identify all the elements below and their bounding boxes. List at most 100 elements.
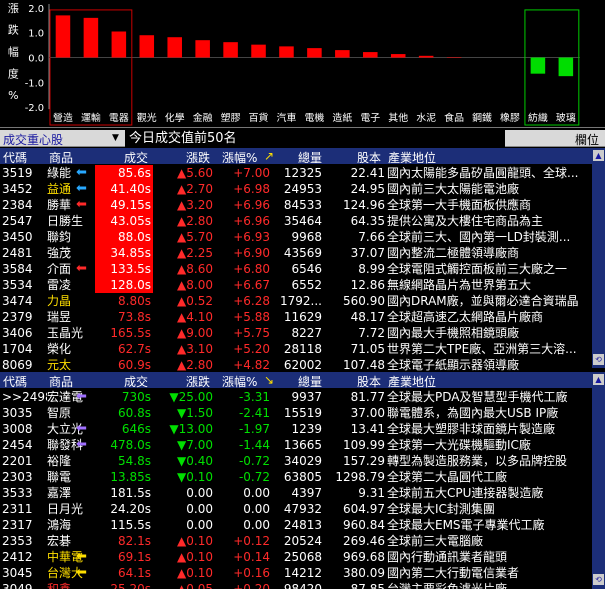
y-axis-label: 跌 xyxy=(8,23,19,37)
change-cell: ▼13.00 xyxy=(169,422,213,436)
table-row[interactable]: 2384 勝華 49.15s ▲3.20 +6.96 84533 124.96 全球第一大手機… xyxy=(0,197,592,213)
scroll-up-icon[interactable]: ▲ xyxy=(593,150,604,161)
bar xyxy=(530,57,546,74)
x-tick-label: 電子 xyxy=(360,112,380,124)
scroll-up-icon[interactable]: ▲ xyxy=(593,374,604,385)
sort-icon[interactable]: ↘ xyxy=(264,373,274,387)
price-cell: 49.15s xyxy=(95,197,153,213)
table-row[interactable]: 2547 日勝生 43.05s ▲2.80 +6.96 35464 64.35 提供公寓及大樓… xyxy=(0,213,592,229)
col-cap[interactable]: 股本 xyxy=(357,149,381,166)
table-row[interactable]: 3406 玉晶光 165.5s ▲9.00 +5.75 8227 7.72 國內最大手機照相鏡… xyxy=(0,325,592,341)
scroll-refresh-icon[interactable]: ⟲ xyxy=(593,574,604,585)
volume-cell: 4397 xyxy=(291,486,322,500)
table-row[interactable]: 3533 嘉澤 181.5s 0.00 0.00 4397 9.31 全球前五大CPU連接器製… xyxy=(0,485,592,501)
bar xyxy=(307,48,322,58)
description-cell: 全球第二大晶圓代工廠 xyxy=(387,470,508,484)
group-selector[interactable]: 成交重心股 xyxy=(3,131,63,148)
price-cell: 62.7s xyxy=(118,342,151,356)
volume-cell: 20524 xyxy=(283,534,322,548)
col-desc[interactable]: 產業地位 xyxy=(388,373,436,390)
code-cell: 2303 xyxy=(2,470,33,484)
table-row[interactable]: 2201 裕隆 54.8s ▼0.40 -0.72 34029 157.29 轉型為製造服務業… xyxy=(0,453,592,469)
table-row[interactable]: 3035 智原 60.8s ▼1.50 -2.41 15519 37.00 聯電體系，為國內最… xyxy=(0,405,592,421)
table-row[interactable]: 3450 聯鈞 88.0s ▲5.70 +6.93 9968 7.66 全球前三大、國內第一L… xyxy=(0,229,592,245)
col-pct[interactable]: 漲幅% xyxy=(222,373,257,390)
description-cell: 全球前三大、國內第一LD封裝測... xyxy=(387,230,571,244)
percent-cell: +6.67 xyxy=(233,278,270,292)
price-cell: 128.0s xyxy=(95,277,153,293)
percent-cell: 0.00 xyxy=(243,486,270,500)
table-row[interactable]: 8069 元太 60.9s ▲2.80 +4.82 62002 107.48 全球電子紙顯示器… xyxy=(0,357,592,373)
table-row[interactable]: 3008 大立光 646s ▼13.00 -1.97 1239 13.41 全球最大塑膠非球面… xyxy=(0,421,592,437)
scrollbar-1[interactable]: ▲ ⟲ xyxy=(592,148,605,368)
capital-cell: 37.00 xyxy=(350,406,385,420)
col-price[interactable]: 成交 xyxy=(124,149,148,166)
col-name[interactable]: 商品 xyxy=(49,149,73,166)
y-tick-label: 1.0 xyxy=(28,29,44,40)
table-row[interactable]: 3519 綠能 85.6s ▲5.60 +7.00 12325 22.41 國內太陽能多晶矽晶… xyxy=(0,165,592,181)
table-row[interactable]: 3584 介面 133.5s ▲8.60 +6.80 6546 8.99 全球電阻式觸控面板前… xyxy=(0,261,592,277)
capital-cell: 24.95 xyxy=(350,182,385,196)
table-row[interactable]: 2311 日月光 24.20s 0.00 0.00 47932 604.97 全球最大IC封測… xyxy=(0,501,592,517)
col-code[interactable]: 代碼 xyxy=(3,373,27,390)
volume-cell: 35464 xyxy=(283,214,322,228)
name-cell: 元太 xyxy=(47,358,72,372)
col-vol[interactable]: 總量 xyxy=(298,373,322,390)
bar xyxy=(111,31,127,58)
col-pct[interactable]: 漲幅% xyxy=(222,149,257,166)
name-cell: 聯電 xyxy=(47,470,72,484)
bar xyxy=(139,35,155,58)
table-row[interactable]: 2412 中華電 69.1s ▲0.10 +0.14 25068 969.68 國內行動通訊業… xyxy=(0,549,592,565)
table-row[interactable]: 2353 宏碁 82.1s ▲0.10 +0.12 20524 269.46 全球前三大電腦廠 xyxy=(0,533,592,549)
table-row[interactable]: 2454 聯發科 478.0s ▼7.00 -1.44 13665 109.99 全球第一大光… xyxy=(0,437,592,453)
table-row[interactable]: 2379 瑞昱 73.8s ▲4.10 +5.88 11629 48.17 全球超高速乙太網路… xyxy=(0,309,592,325)
col-code[interactable]: 代碼 xyxy=(3,149,27,166)
table-row[interactable]: 2303 聯電 13.85s ▼0.10 -0.72 63805 1298.79 全球第二大晶… xyxy=(0,469,592,485)
price-cell: 43.05s xyxy=(95,213,153,229)
x-tick-label: 玻璃 xyxy=(556,111,576,124)
price-cell: 730s xyxy=(121,390,151,404)
col-chg[interactable]: 漲跌 xyxy=(186,373,210,390)
sort-icon[interactable]: ↗ xyxy=(264,149,274,163)
price-cell: 133.5s xyxy=(95,261,153,277)
table-row[interactable]: 2317 鴻海 115.5s 0.00 0.00 24813 960.84 全球最大EMS電子… xyxy=(0,517,592,533)
percent-cell: +7.00 xyxy=(233,166,270,180)
percent-cell: +4.82 xyxy=(233,358,270,372)
description-cell: 全球最大塑膠非球面鏡片製造廠 xyxy=(387,422,556,436)
code-cell: 3534 xyxy=(2,278,33,292)
x-tick-label: 食品 xyxy=(444,111,464,124)
col-desc[interactable]: 產業地位 xyxy=(388,149,436,166)
scroll-refresh-icon[interactable]: ⟲ xyxy=(593,354,604,365)
y-axis-label: 度 xyxy=(8,66,19,80)
price-cell: 60.9s xyxy=(118,358,151,372)
code-cell: 2481 xyxy=(2,246,33,260)
col-cap[interactable]: 股本 xyxy=(357,373,381,390)
columns-button[interactable]: 欄位 xyxy=(575,131,599,148)
table-row[interactable]: 2481 強茂 34.85s ▲2.25 +6.90 43569 37.07 國內整流二極體領… xyxy=(0,245,592,261)
col-vol[interactable]: 總量 xyxy=(298,149,322,166)
table-row[interactable]: 1704 榮化 62.7s ▲3.10 +5.20 28118 71.05 世界第二大TPE廠… xyxy=(0,341,592,357)
table-row[interactable]: 3045 台灣大 64.1s ▲0.10 +0.16 14212 380.09 國內第二大行動… xyxy=(0,565,592,581)
capital-cell: 380.09 xyxy=(343,566,385,580)
price-cell: 165.5s xyxy=(110,326,151,340)
table-row[interactable]: 3474 力晶 8.80s ▲0.52 +6.28 1792... 560.90 國內DRAM… xyxy=(0,293,592,309)
change-cell: ▼0.40 xyxy=(177,454,213,468)
name-cell: 日勝生 xyxy=(47,214,84,228)
capital-cell: 269.46 xyxy=(343,534,385,548)
capital-cell: 124.96 xyxy=(343,198,385,212)
name-cell: 聯鈞 xyxy=(47,230,72,244)
chevron-down-icon[interactable]: ▼ xyxy=(112,133,119,143)
col-price[interactable]: 成交 xyxy=(124,373,148,390)
table-row[interactable]: 3452 益通 41.40s ▲2.70 +6.98 24953 24.95 國內前三大太陽能… xyxy=(0,181,592,197)
code-cell: 3035 xyxy=(2,406,33,420)
table-row[interactable]: >>2498宏達電730s▼25.00-3.31993781.77全球最大PDA… xyxy=(0,389,592,405)
col-chg[interactable]: 漲跌 xyxy=(186,149,210,166)
table-row[interactable]: 3534 雷凌 128.0s ▲8.00 +6.67 6552 12.86 無線網路晶片為世界… xyxy=(0,277,592,293)
change-cell: ▲2.70 xyxy=(177,182,213,196)
x-tick-label: 電機 xyxy=(304,111,324,124)
table-row[interactable]: 3049 和鑫 25.20s ▲0.05 +0.20 98420 87.85 台灣主要彩色濾光… xyxy=(0,581,592,589)
percent-cell: +5.88 xyxy=(233,310,270,324)
col-name[interactable]: 商品 xyxy=(49,373,73,390)
scrollbar-2[interactable]: ▲ ⟲ xyxy=(592,372,605,589)
description-cell: 全球最大IC封測集團 xyxy=(387,502,495,516)
